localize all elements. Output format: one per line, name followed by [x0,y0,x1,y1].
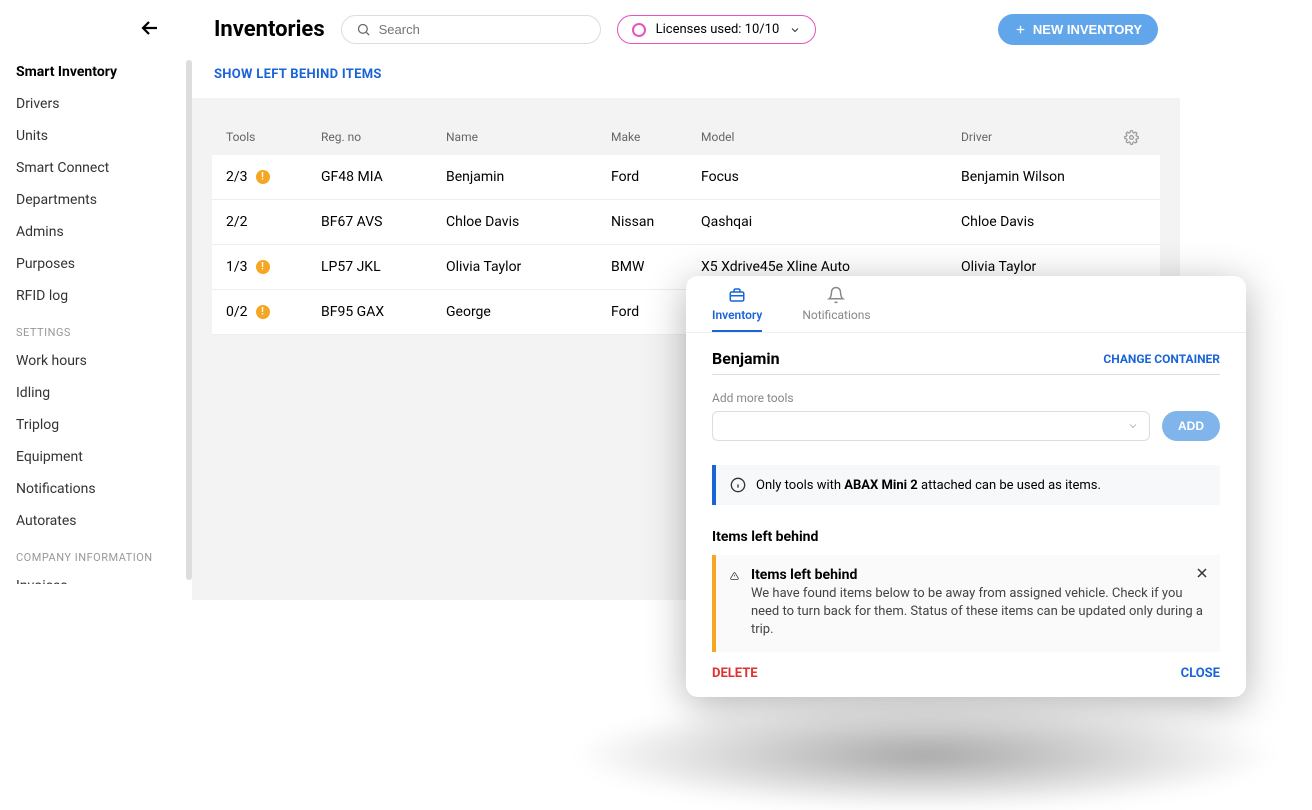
cell-tools: 0/2 [226,304,321,320]
cell-make: Ford [611,169,701,185]
table-row[interactable]: 2/2BF67 AVSChloe DavisNissanQashqaiChloe… [212,200,1160,245]
sidebar-item[interactable]: Autorates [0,505,186,537]
warning-dot-icon [256,260,270,274]
sidebar-item[interactable]: Drivers [0,88,186,120]
panel-tabs: Inventory Notifications [686,276,1246,333]
bell-icon [827,286,845,304]
cell-name: Benjamin [446,169,611,185]
warn-content: Items left behind We have found items be… [751,567,1206,640]
panel-name: Benjamin [712,349,780,368]
licenses-circle-icon [632,23,646,37]
sidebar: Smart InventoryDriversUnitsSmart Connect… [0,0,192,600]
warn-title: Items left behind [751,567,1206,583]
tab-notifications[interactable]: Notifications [802,286,870,332]
cell-model: Focus [701,169,961,185]
tool-select[interactable] [712,411,1150,441]
header: Inventories Licenses used: 10/10 NEW INV… [192,0,1180,59]
close-button[interactable]: CLOSE [1181,666,1220,681]
sidebar-item[interactable]: Notifications [0,473,186,505]
warn-banner: Items left behind We have found items be… [712,555,1220,652]
warning-icon [730,567,739,585]
delete-button[interactable]: DELETE [712,666,758,681]
chevron-down-icon [1127,420,1139,432]
tab-inventory[interactable]: Inventory [712,286,762,332]
sidebar-item[interactable]: Idling [0,377,186,409]
chevron-down-icon [789,24,801,36]
warning-dot-icon [256,170,270,184]
tab-inventory-label: Inventory [712,308,762,322]
licenses-text: Licenses used: 10/10 [656,22,780,37]
sidebar-section-label: COMPANY INFORMATION [0,537,186,570]
add-row: ADD [712,411,1220,441]
sidebar-item[interactable]: Work hours [0,345,186,377]
sidebar-item[interactable]: Smart Inventory [0,56,186,88]
sidebar-item[interactable]: Smart Connect [0,152,186,184]
th-name: Name [446,130,611,145]
new-inventory-label: NEW INVENTORY [1033,22,1142,37]
cell-model: Qashqai [701,214,961,230]
sidebar-item[interactable]: Departments [0,184,186,216]
change-container-link[interactable]: CHANGE CONTAINER [1103,352,1220,366]
settings-gear-icon[interactable] [1116,130,1146,145]
cell-reg: BF67 AVS [321,214,446,230]
panel-shadow [570,700,1280,810]
th-make: Make [611,130,701,145]
cell-tools: 2/2 [226,214,321,230]
sidebar-item[interactable]: Equipment [0,441,186,473]
th-model: Model [701,130,961,145]
search-icon [356,22,371,37]
sub-link-wrap: SHOW LEFT BEHIND ITEMS [192,59,1180,98]
cell-driver: Olivia Taylor [961,259,1116,275]
scrollbar-thumb[interactable] [186,60,192,580]
search-input[interactable] [379,22,586,37]
new-inventory-button[interactable]: NEW INVENTORY [998,14,1158,45]
close-icon[interactable] [1194,565,1210,585]
toolbox-icon [728,286,746,304]
add-more-tools-label: Add more tools [712,391,1220,405]
cell-name: Chloe Davis [446,214,611,230]
cell-reg: BF95 GAX [321,304,446,320]
table-header-row: Tools Reg. no Name Make Model Driver [212,120,1160,155]
cell-model: X5 Xdrive45e Xline Auto [701,259,961,275]
cell-reg: GF48 MIA [321,169,446,185]
panel-body: Benjamin CHANGE CONTAINER Add more tools… [686,333,1246,652]
panel-footer: DELETE CLOSE [686,652,1246,697]
detail-panel: Inventory Notifications Benjamin CHANGE … [686,276,1246,697]
cell-make: Nissan [611,214,701,230]
table-row[interactable]: 2/3GF48 MIABenjaminFordFocusBenjamin Wil… [212,155,1160,200]
sidebar-item[interactable]: RFID log [0,280,186,312]
plus-icon [1014,23,1027,36]
th-driver: Driver [961,130,1116,145]
add-button[interactable]: ADD [1162,411,1220,441]
tab-notifications-label: Notifications [802,308,870,322]
cell-name: George [446,304,611,320]
th-tools: Tools [226,130,321,145]
cell-driver: Chloe Davis [961,214,1116,230]
cell-tools: 2/3 [226,169,321,185]
cell-driver: Benjamin Wilson [961,169,1116,185]
back-arrow-icon[interactable] [138,16,162,40]
items-left-behind-title: Items left behind [712,529,1220,545]
cell-name: Olivia Taylor [446,259,611,275]
info-banner: Only tools with ABAX Mini 2 attached can… [712,465,1220,505]
licenses-pill[interactable]: Licenses used: 10/10 [617,15,817,44]
sidebar-item[interactable]: Triplog [0,409,186,441]
warn-body: We have found items below to be away fro… [751,585,1206,640]
page-title: Inventories [214,17,325,42]
info-icon [730,477,746,493]
panel-header-row: Benjamin CHANGE CONTAINER [712,349,1220,375]
show-left-behind-link[interactable]: SHOW LEFT BEHIND ITEMS [214,67,382,82]
info-text: Only tools with ABAX Mini 2 attached can… [756,478,1101,493]
cell-make: BMW [611,259,701,275]
sidebar-section-label: SETTINGS [0,312,186,345]
warning-dot-icon [256,305,270,319]
sidebar-item[interactable]: Admins [0,216,186,248]
sidebar-item[interactable]: Units [0,120,186,152]
sidebar-item[interactable]: Invoices [0,570,186,584]
search-box[interactable] [341,15,601,44]
th-reg: Reg. no [321,130,446,145]
sidebar-item[interactable]: Purposes [0,248,186,280]
cell-reg: LP57 JKL [321,259,446,275]
cell-tools: 1/3 [226,259,321,275]
